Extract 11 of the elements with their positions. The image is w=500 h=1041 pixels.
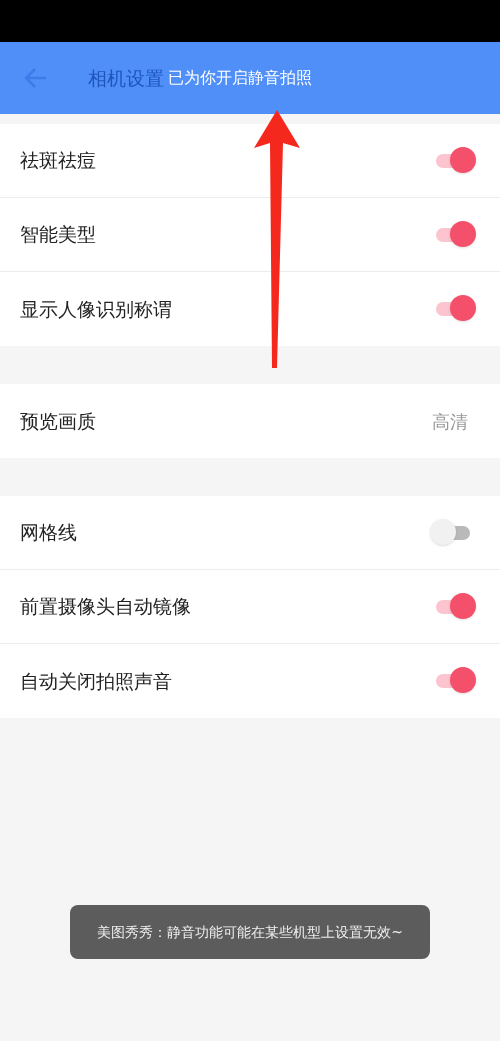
toast-message: 美图秀秀：静音功能可能在某些机型上设置无效~ (70, 905, 430, 959)
setting-label: 祛斑祛痘 (20, 148, 96, 174)
setting-label: 网格线 (20, 520, 77, 546)
notice-text: 已为你开启静音拍照 (168, 67, 312, 89)
setting-label: 预览画质 (20, 408, 96, 434)
setting-label: 自动关闭拍照声音 (20, 668, 172, 694)
page-title: 相机设置 (88, 65, 164, 91)
setting-label: 显示人像识别称谓 (20, 296, 172, 322)
setting-label: 前置摄像头自动镜像 (20, 594, 191, 620)
setting-label: 智能美型 (20, 222, 96, 248)
setting-value[interactable]: 高清 (432, 407, 470, 435)
